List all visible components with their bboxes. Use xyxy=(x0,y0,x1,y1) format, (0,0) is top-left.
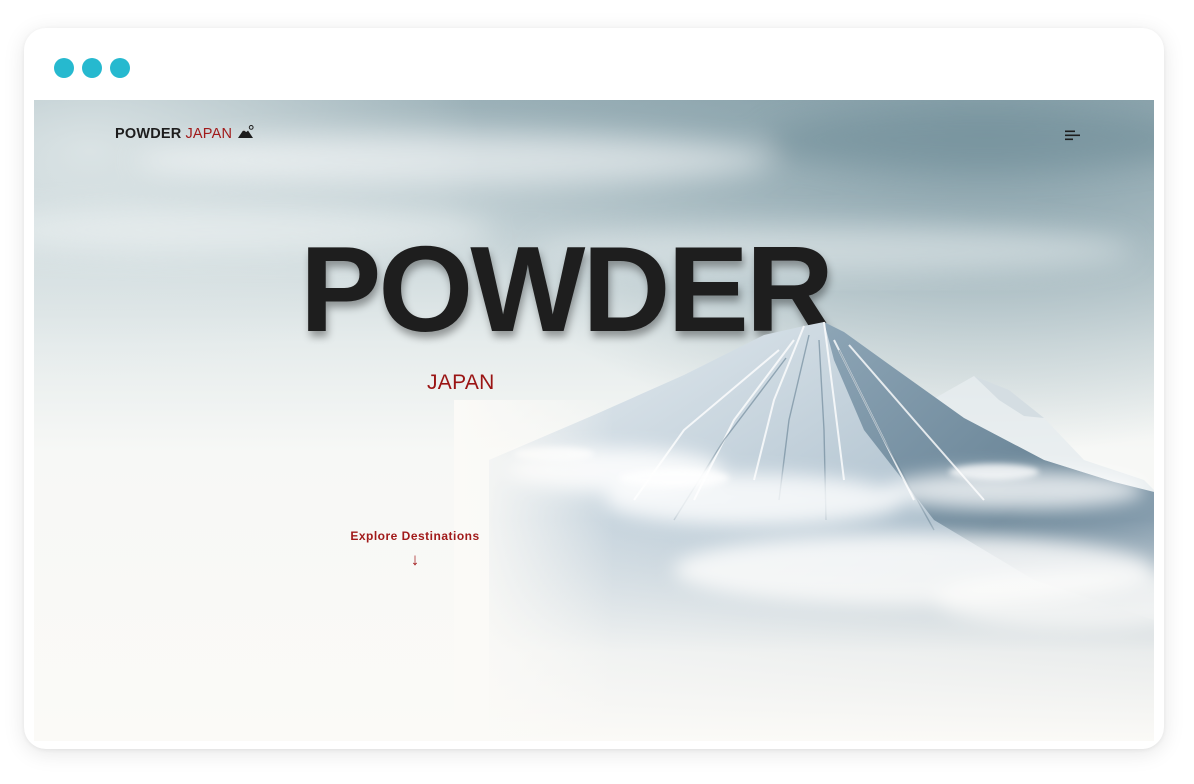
explore-destinations-link[interactable]: Explore Destinations ↓ xyxy=(345,529,485,568)
page-viewport: POWDER JAPAN POWDER JAPAN Explore Destin… xyxy=(34,100,1154,741)
hero-subtitle: JAPAN xyxy=(427,371,495,394)
window-dot-3[interactable] xyxy=(110,58,130,78)
window-dot-2[interactable] xyxy=(82,58,102,78)
window-controls xyxy=(54,58,130,78)
arrow-down-icon: ↓ xyxy=(410,550,420,569)
window-dot-1[interactable] xyxy=(54,58,74,78)
browser-window: POWDER JAPAN POWDER JAPAN Explore Destin… xyxy=(24,28,1164,749)
mountain-image xyxy=(454,321,1154,741)
explore-label: Explore Destinations xyxy=(350,529,480,543)
